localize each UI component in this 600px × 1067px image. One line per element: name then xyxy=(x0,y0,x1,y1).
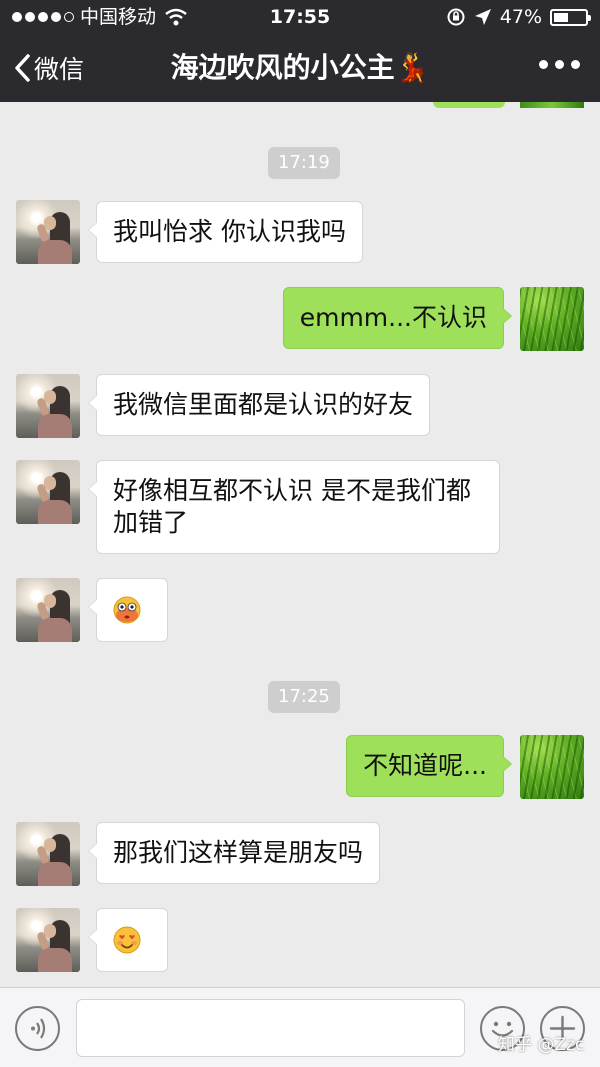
message-bubble-outgoing[interactable]: emmm...不认识 xyxy=(282,287,513,349)
contact-avatar[interactable] xyxy=(16,908,80,972)
input-bar xyxy=(0,987,600,1067)
message-bubble-incoming[interactable]: 好像相互都不认识 是不是我们都 加错了 xyxy=(88,460,500,554)
message-bubble-incoming[interactable]: 我微信里面都是认识的好友 xyxy=(87,374,431,436)
message-bubble-incoming[interactable]: 我叫怡求 你认识我吗 xyxy=(88,201,363,263)
rotation-lock-icon xyxy=(447,8,465,26)
contact-avatar[interactable] xyxy=(16,200,80,264)
my-avatar[interactable] xyxy=(520,735,584,799)
chat-title: 海边吹风的小公主💃 xyxy=(170,51,430,84)
message-text-line: 好像相互都不认识 是不是我们都 xyxy=(113,476,471,505)
top-bar: 中国移动 17:55 47% 微信 海边吹风的小公主💃 xyxy=(0,0,600,102)
battery-icon xyxy=(550,8,591,26)
status-bar: 中国移动 17:55 47% xyxy=(0,0,600,34)
message-text: 我微信里面都是认识的好友 xyxy=(113,390,414,419)
nav-bar: 微信 海边吹风的小公主💃 xyxy=(0,34,600,102)
message-bubble-incoming[interactable] xyxy=(88,908,168,972)
voice-input-button[interactable] xyxy=(15,1006,60,1051)
voice-icon xyxy=(31,1018,46,1039)
contact-avatar[interactable] xyxy=(16,460,80,524)
message-bubble-incoming[interactable]: 那我们这样算是朋友吗 xyxy=(87,822,381,884)
timestamp: 17:19 xyxy=(268,147,340,179)
contact-avatar[interactable] xyxy=(16,822,80,886)
message-text: 我叫怡求 你认识我吗 xyxy=(113,217,346,246)
message-text: emmm...不认识 xyxy=(299,303,487,332)
message-text-line: 加错了 xyxy=(113,508,189,537)
timestamp: 17:25 xyxy=(268,681,340,713)
my-avatar[interactable] xyxy=(520,287,584,351)
battery-percent: 47% xyxy=(499,6,542,28)
message-text: 不知道呢... xyxy=(363,751,487,780)
message-bubble-incoming[interactable] xyxy=(88,578,168,642)
message-input[interactable] xyxy=(76,999,465,1057)
contact-avatar[interactable] xyxy=(16,374,80,438)
watermark: 知乎 @Zzc xyxy=(498,1035,585,1055)
flushed-face-icon xyxy=(113,596,141,624)
location-arrow-icon xyxy=(474,9,491,25)
message-text: 那我们这样算是朋友吗 xyxy=(113,838,364,867)
message-bubble-outgoing[interactable]: 不知道呢... xyxy=(346,735,512,797)
smiling-heart-eyes-icon xyxy=(113,926,141,954)
contact-avatar[interactable] xyxy=(16,578,80,642)
more-options-icon[interactable] xyxy=(539,60,580,69)
